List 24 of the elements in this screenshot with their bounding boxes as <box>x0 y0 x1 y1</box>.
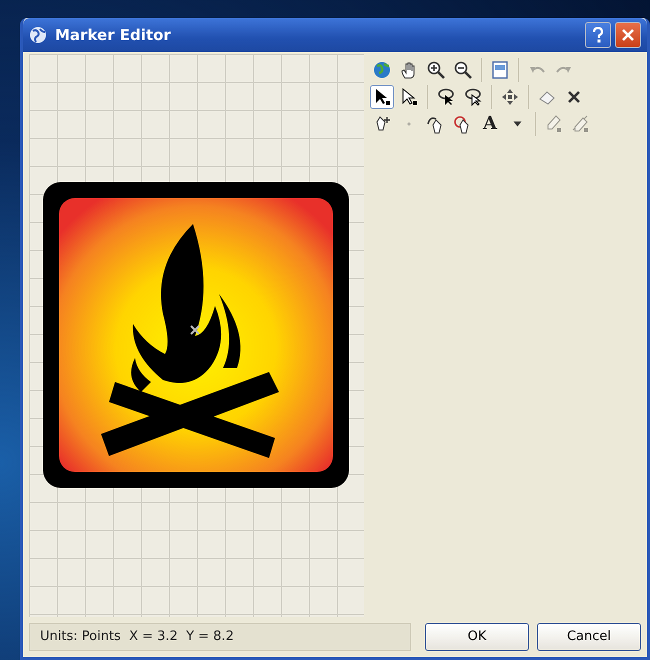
cancel-button[interactable]: Cancel <box>537 623 641 651</box>
close-icon <box>621 28 635 42</box>
line-pen-icon <box>571 114 591 134</box>
window-title: Marker Editor <box>55 24 171 46</box>
caret-icon <box>512 120 522 126</box>
close-button[interactable] <box>615 22 641 48</box>
question-mark-icon <box>591 27 605 43</box>
globe-icon <box>29 26 47 44</box>
dot-icon <box>407 122 411 126</box>
redo-icon <box>556 66 572 73</box>
zoom-in-icon <box>426 60 446 80</box>
help-button[interactable] <box>585 22 611 48</box>
undo-icon <box>529 66 545 73</box>
globe-icon <box>372 60 392 80</box>
move-icon <box>500 86 520 106</box>
status-text: Units: Points X = 3.2 Y = 8.2 <box>29 623 411 651</box>
arrow-pointer-tool-button[interactable] <box>370 84 394 108</box>
drawing-canvas[interactable] <box>29 54 364 617</box>
page-icon <box>490 60 510 80</box>
ok-button[interactable]: OK <box>425 623 529 651</box>
zoom-out-icon <box>453 60 473 80</box>
lasso-icon <box>436 86 456 106</box>
text-tool-button[interactable]: A <box>478 112 502 136</box>
lasso-icon <box>463 86 483 106</box>
